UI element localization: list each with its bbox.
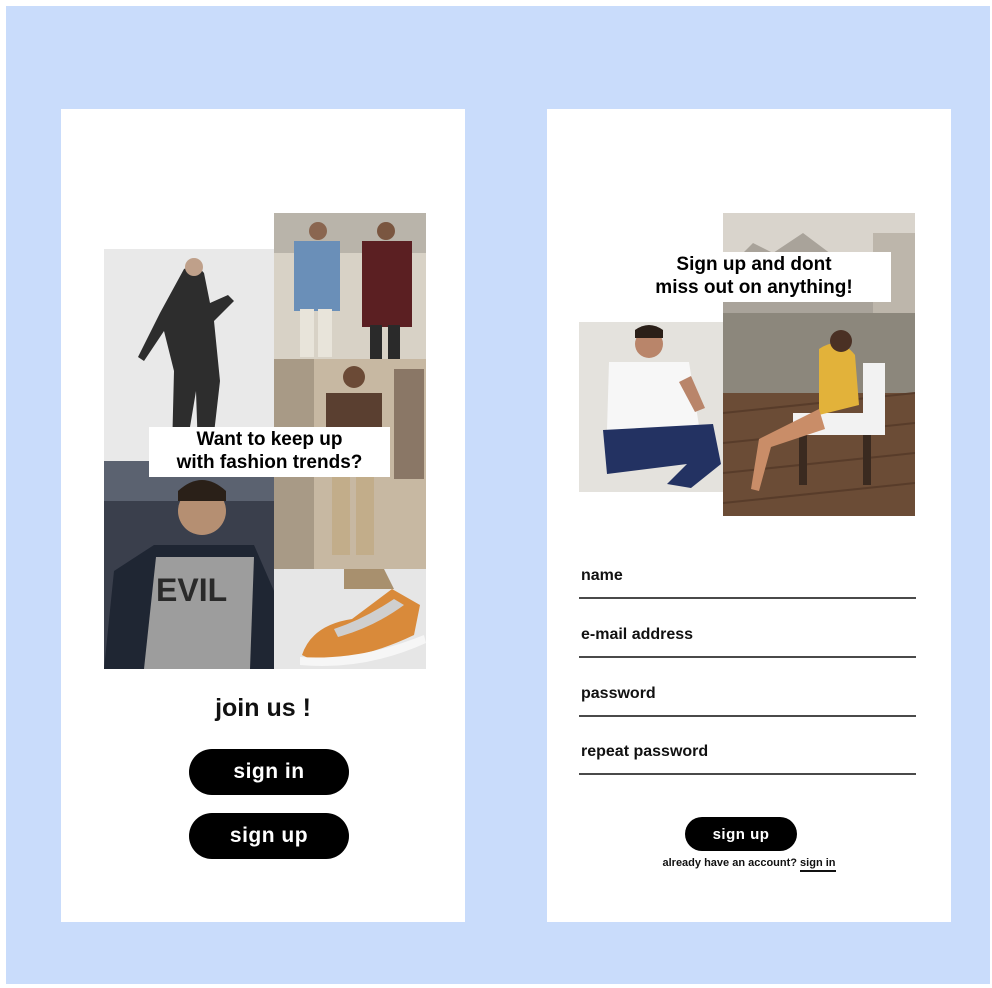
signup-headline-line-2: miss out on anything! <box>655 276 853 298</box>
svg-text:EVIL: EVIL <box>156 572 227 608</box>
sign-up-button[interactable]: sign up <box>189 813 349 859</box>
sign-in-button[interactable]: sign in <box>189 749 349 795</box>
email-field: e-mail address <box>579 626 916 658</box>
photo-street-men <box>274 213 426 359</box>
email-input[interactable] <box>579 648 916 658</box>
sign-in-link[interactable]: sign in <box>800 857 836 872</box>
password-input[interactable] <box>579 707 916 717</box>
name-field: name <box>579 567 916 599</box>
password-field: password <box>579 685 916 717</box>
signup-submit-button[interactable]: sign up <box>685 817 797 851</box>
welcome-headline-line-1: Want to keep up <box>196 429 343 450</box>
welcome-screen: EVIL Want to keep up with fashion trends… <box>61 109 465 922</box>
repeat-password-label: repeat password <box>581 743 709 760</box>
welcome-headline: Want to keep up with fashion trends? <box>149 427 390 477</box>
password-label: password <box>581 685 656 702</box>
signup-headline: Sign up and dont miss out on anything! <box>617 252 891 302</box>
repeat-password-input[interactable] <box>579 765 916 775</box>
signup-screen: Sign up and dont miss out on anything! n… <box>547 109 951 922</box>
account-prompt-text: already have an account? <box>662 857 797 869</box>
canvas-background: EVIL Want to keep up with fashion trends… <box>6 6 990 984</box>
name-input[interactable] <box>579 589 916 599</box>
repeat-password-field: repeat password <box>579 743 916 775</box>
photo-sneakers <box>274 569 426 669</box>
signup-headline-line-1: Sign up and dont <box>676 254 832 275</box>
email-label: e-mail address <box>581 626 694 643</box>
account-prompt-row: already have an account? sign in <box>547 857 951 872</box>
photo-man-sweater: EVIL <box>104 461 274 669</box>
welcome-headline-line-2: with fashion trends? <box>176 451 363 473</box>
name-label: name <box>581 567 623 584</box>
join-title: join us ! <box>215 694 311 722</box>
photo-man-white-tee <box>579 322 723 492</box>
